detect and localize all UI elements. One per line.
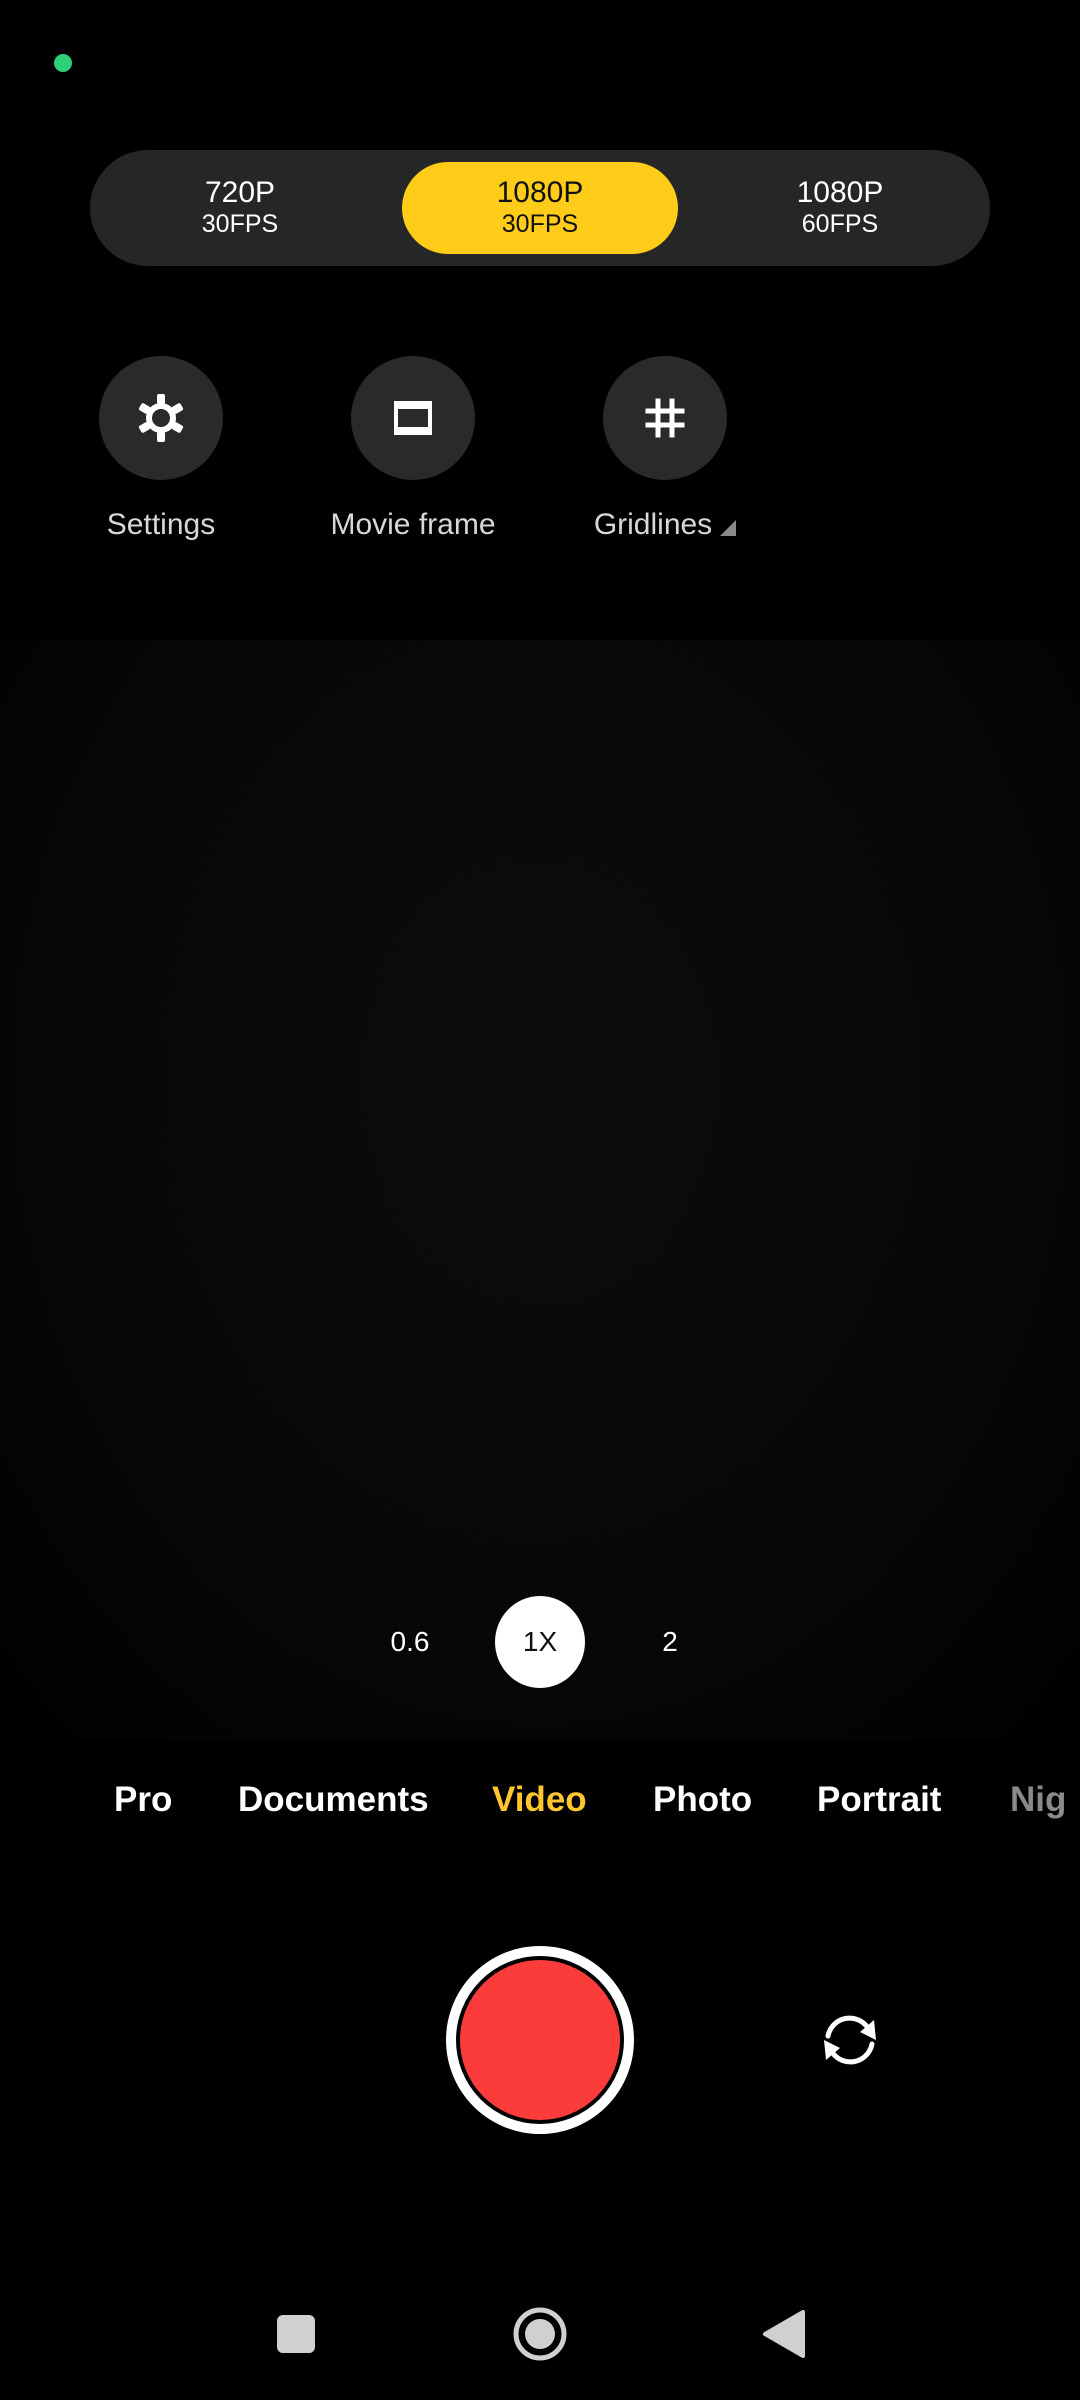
gridlines-button[interactable] (603, 356, 727, 480)
resolution-selector: 720P 30FPS 1080P 30FPS 1080P 60FPS (90, 150, 990, 266)
mode-night[interactable]: Nig (1010, 1780, 1066, 1820)
resolution-label: 1080P (496, 176, 584, 209)
resolution-option-1080p-60fps[interactable]: 1080P 60FPS (702, 162, 978, 254)
dropdown-corner-icon (720, 520, 737, 536)
movie-frame-icon (394, 401, 432, 435)
mode-documents[interactable]: Documents (238, 1780, 429, 1820)
camera-viewfinder[interactable] (0, 640, 1080, 1740)
status-indicator-dot (54, 54, 72, 72)
mode-portrait[interactable]: Portrait (817, 1780, 941, 1820)
grid-icon (645, 398, 685, 438)
mode-photo[interactable]: Photo (653, 1780, 752, 1820)
resolution-option-720p-30fps[interactable]: 720P 30FPS (102, 162, 378, 254)
gridlines-label: Gridlines (593, 508, 713, 541)
recents-button[interactable] (264, 2302, 328, 2366)
zoom-option-current[interactable]: 1X (495, 1596, 585, 1688)
back-button[interactable] (752, 2302, 816, 2366)
home-icon (513, 2307, 567, 2361)
record-button[interactable] (446, 1946, 634, 2134)
zoom-option-wide[interactable]: 0.6 (370, 1596, 450, 1688)
gridlines-tool: Gridlines (540, 356, 790, 542)
movie-frame-label: Movie frame (330, 508, 496, 541)
settings-button[interactable] (99, 356, 223, 480)
settings-label: Settings (106, 508, 216, 541)
framerate-label: 30FPS (501, 210, 579, 238)
zoom-option-tele[interactable]: 2 (630, 1596, 710, 1688)
mode-video[interactable]: Video (492, 1780, 587, 1820)
settings-tool: Settings (36, 356, 286, 542)
square-icon (277, 2315, 315, 2353)
mode-pro[interactable]: Pro (114, 1780, 172, 1820)
resolution-label: 1080P (796, 176, 884, 209)
flip-camera-icon[interactable] (816, 2006, 884, 2074)
movie-frame-button[interactable] (351, 356, 475, 480)
gear-icon (138, 394, 184, 442)
resolution-option-1080p-30fps[interactable]: 1080P 30FPS (402, 162, 678, 254)
camera-mode-carousel: Pro Documents Video Photo Portrait Nig (0, 1780, 1080, 1830)
resolution-label: 720P (204, 176, 276, 209)
movie-frame-tool: Movie frame (288, 356, 538, 542)
gridlines-label-wrap: Gridlines (593, 508, 737, 542)
framerate-label: 30FPS (201, 210, 279, 238)
back-icon (763, 2310, 805, 2358)
home-button[interactable] (508, 2302, 572, 2366)
record-button-core (456, 1956, 624, 2124)
framerate-label: 60FPS (801, 210, 879, 238)
